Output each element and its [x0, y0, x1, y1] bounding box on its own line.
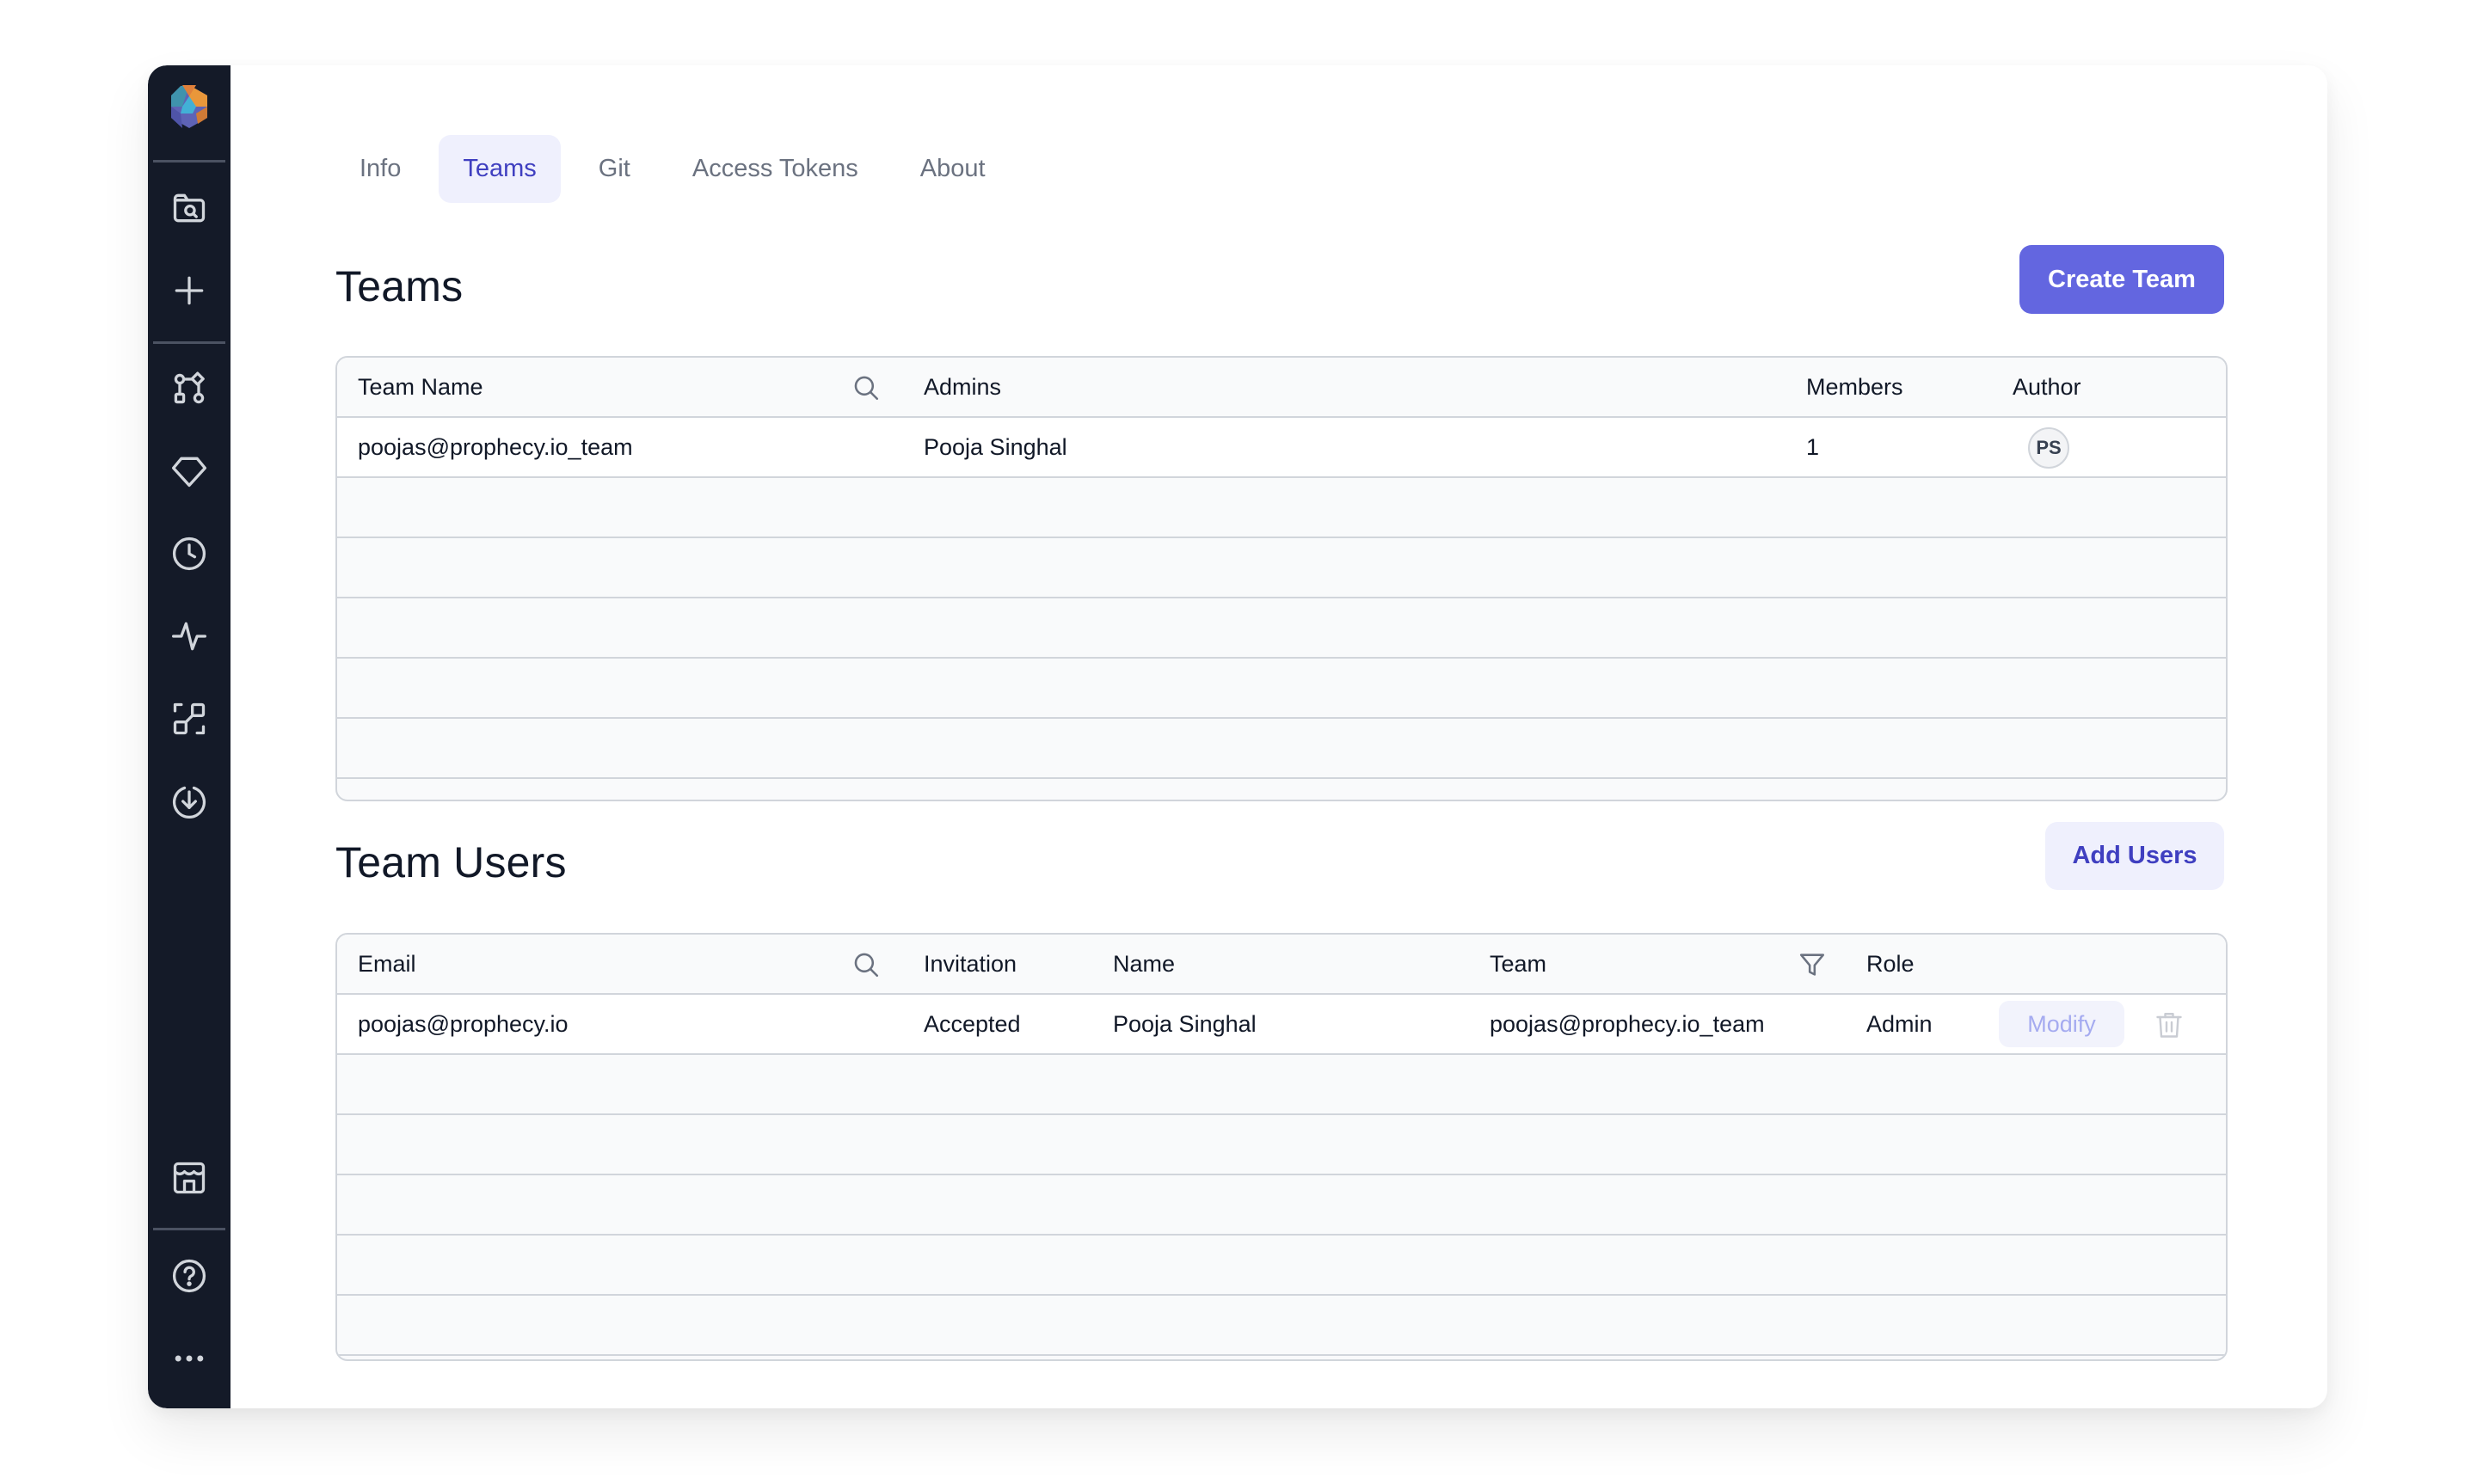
- sidebar-divider: [153, 341, 225, 344]
- tab-access-tokens[interactable]: Access Tokens: [668, 135, 882, 203]
- sidebar-item-lineage[interactable]: [148, 691, 230, 746]
- settings-tabs: Info Teams Git Access Tokens About: [335, 135, 1023, 203]
- activity-icon: [172, 622, 206, 651]
- empty-row: [337, 659, 2226, 719]
- column-header-members: Members: [1806, 374, 1903, 400]
- sidebar-item-download[interactable]: [148, 774, 230, 829]
- sidebar-item-help[interactable]: [148, 1248, 230, 1303]
- team-name-cell: poojas@prophecy.io_team: [358, 434, 633, 460]
- author-avatar[interactable]: PS: [2028, 427, 2069, 469]
- sidebar-item-jobs[interactable]: [148, 526, 230, 581]
- members-cell: 1: [1806, 434, 1820, 460]
- sidebar-item-more[interactable]: [148, 1331, 230, 1386]
- main-content: Info Teams Git Access Tokens About Teams…: [230, 65, 2327, 1408]
- sidebar-item-create[interactable]: [148, 263, 230, 318]
- download-icon: [172, 786, 206, 819]
- name-cell: Pooja Singhal: [1113, 1011, 1257, 1037]
- tab-teams[interactable]: Teams: [439, 135, 561, 203]
- tab-git[interactable]: Git: [575, 135, 655, 203]
- empty-row: [337, 1055, 2226, 1115]
- sidebar-item-pipelines[interactable]: [148, 361, 230, 416]
- email-cell: poojas@prophecy.io: [358, 1011, 569, 1037]
- clock-icon: [172, 537, 206, 571]
- admins-cell: Pooja Singhal: [924, 434, 1067, 460]
- sidebar: [148, 65, 230, 1408]
- prophecy-logo[interactable]: [163, 81, 215, 132]
- search-icon[interactable]: [851, 373, 881, 402]
- empty-row: [337, 1236, 2226, 1296]
- empty-row: [337, 1296, 2226, 1356]
- empty-row: [337, 1115, 2226, 1175]
- help-icon: [172, 1259, 206, 1293]
- team-users-heading: Team Users: [335, 838, 567, 886]
- create-team-button[interactable]: Create Team: [2019, 245, 2224, 314]
- empty-row: [337, 598, 2226, 659]
- column-header-author: Author: [2013, 374, 2081, 400]
- filter-icon[interactable]: [1798, 950, 1827, 979]
- add-users-button[interactable]: Add Users: [2045, 822, 2224, 890]
- empty-row: [337, 719, 2226, 779]
- teams-table: Team Name Admins Members Author poojas@p…: [335, 356, 2228, 801]
- column-header-email: Email: [358, 951, 416, 977]
- folder-search-icon: [173, 193, 206, 223]
- delete-icon[interactable]: [2154, 1009, 2185, 1040]
- sidebar-item-observability[interactable]: [148, 609, 230, 664]
- team-users-table: Email Invitation Name Team Role poojas@p…: [335, 933, 2228, 1361]
- search-icon[interactable]: [851, 950, 881, 979]
- column-header-team-name: Team Name: [358, 374, 483, 400]
- column-header-invitation: Invitation: [924, 951, 1017, 977]
- empty-row: [337, 478, 2226, 538]
- column-header-team: Team: [1490, 951, 1547, 977]
- sidebar-divider: [153, 160, 225, 163]
- tab-info[interactable]: Info: [335, 135, 425, 203]
- gem-icon: [172, 457, 206, 488]
- invitation-cell: Accepted: [924, 1011, 1021, 1037]
- empty-row: [337, 1175, 2226, 1236]
- empty-row: [337, 538, 2226, 598]
- sidebar-item-gems[interactable]: [148, 444, 230, 499]
- app-window: Info Teams Git Access Tokens About Teams…: [148, 65, 2327, 1408]
- team-cell: poojas@prophecy.io_team: [1490, 1011, 1765, 1037]
- modify-button[interactable]: Modify: [1999, 1001, 2124, 1047]
- table-row[interactable]: poojas@prophecy.io Accepted Pooja Singha…: [337, 995, 2226, 1055]
- sidebar-item-browse[interactable]: [148, 181, 230, 236]
- column-header-role: Role: [1866, 951, 1915, 977]
- pipeline-icon: [174, 371, 205, 404]
- tab-about[interactable]: About: [896, 135, 1010, 203]
- teams-heading: Teams: [335, 262, 464, 310]
- column-header-name: Name: [1113, 951, 1176, 977]
- table-row[interactable]: poojas@prophecy.io_team Pooja Singhal 1 …: [337, 418, 2226, 478]
- sidebar-item-marketplace[interactable]: [148, 1150, 230, 1205]
- sidebar-divider: [153, 1228, 225, 1230]
- marketplace-icon: [173, 1162, 206, 1194]
- more-icon: [175, 1355, 204, 1362]
- plus-icon: [175, 276, 204, 305]
- team-users-table-header: Email Invitation Name Team Role: [337, 935, 2226, 995]
- teams-table-header: Team Name Admins Members Author: [337, 358, 2226, 418]
- column-header-admins: Admins: [924, 374, 1002, 400]
- logo-icon: [171, 85, 207, 128]
- role-cell: Admin: [1866, 1011, 1933, 1037]
- lineage-icon: [173, 702, 206, 735]
